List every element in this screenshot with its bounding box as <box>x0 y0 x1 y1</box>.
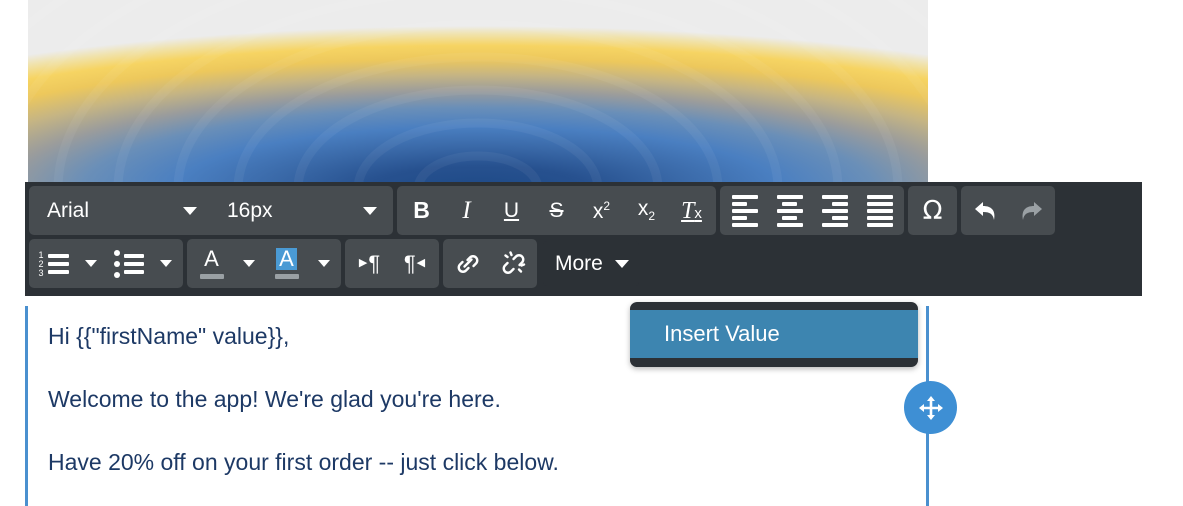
background-color-button[interactable]: A <box>264 241 309 286</box>
insert-link-button[interactable] <box>445 241 490 286</box>
superscript-icon: x2 <box>592 198 611 223</box>
chevron-down-icon <box>243 260 255 267</box>
redo-icon <box>1022 201 1042 220</box>
align-left-icon <box>731 194 758 227</box>
more-dropdown-menu: Insert Value <box>630 302 918 367</box>
alignment-group <box>720 186 904 235</box>
chevron-down-icon <box>85 260 97 267</box>
editor-paragraph-3: Have 20% off on your first order -- just… <box>48 448 559 475</box>
italic-button[interactable]: I <box>444 188 489 233</box>
list-group: 123 <box>29 239 183 288</box>
history-group <box>961 186 1055 235</box>
bold-button[interactable]: B <box>399 188 444 233</box>
chevron-down-icon <box>160 260 172 267</box>
ltr-button[interactable]: ▶ ¶ <box>347 241 392 286</box>
numbered-list-options-button[interactable] <box>76 241 106 286</box>
menu-item-insert-value[interactable]: Insert Value <box>630 310 918 358</box>
link-group <box>443 239 537 288</box>
banner-image[interactable] <box>28 0 928 185</box>
text-style-group: B I U S x2 x2 Tx <box>397 186 716 235</box>
bulleted-list-options-button[interactable] <box>151 241 181 286</box>
unlink-button[interactable] <box>490 241 535 286</box>
align-center-button[interactable] <box>767 188 812 233</box>
font-size-value: 16px <box>227 198 273 222</box>
redo-button[interactable] <box>1008 188 1053 233</box>
remove-format-button[interactable]: Tx <box>669 188 714 233</box>
chevron-down-icon <box>318 260 330 267</box>
more-group: More <box>541 239 641 288</box>
font-family-value: Arial <box>47 198 90 222</box>
color-group: A A <box>187 239 341 288</box>
numbered-list-icon: 123 <box>39 250 69 277</box>
font-size-select[interactable]: 16px <box>211 188 391 233</box>
subscript-icon: x2 <box>637 197 656 224</box>
superscript-button[interactable]: x2 <box>579 188 624 233</box>
font-group: Arial 16px <box>29 186 393 235</box>
underline-button[interactable]: U <box>489 188 534 233</box>
bulleted-list-button[interactable] <box>106 241 151 286</box>
chevron-down-icon <box>183 206 197 215</box>
special-character-button[interactable]: Ω <box>910 188 955 233</box>
editor-paragraph-2: Welcome to the app! We're glad you're he… <box>48 385 501 412</box>
align-right-icon <box>821 194 848 227</box>
direction-group: ▶ ¶ ¶ ◀ <box>345 239 439 288</box>
numbered-list-button[interactable]: 123 <box>31 241 76 286</box>
chevron-down-icon <box>614 259 629 268</box>
unlink-icon <box>502 250 525 274</box>
menu-item-label: Insert Value <box>664 321 780 346</box>
align-left-button[interactable] <box>722 188 767 233</box>
rtl-button[interactable]: ¶ ◀ <box>392 241 437 286</box>
chevron-down-icon <box>363 206 377 215</box>
editor-toolbar: Arial 16px B I U S x2 x2 Tx Ω 1 2 3 A A … <box>25 182 1142 296</box>
gradient-bands-graphic <box>28 0 928 185</box>
bulleted-list-icon <box>113 249 144 278</box>
undo-button[interactable] <box>963 188 1008 233</box>
remove-format-icon: Tx <box>681 197 702 224</box>
toolbar-row-2: 123 A A ▶ ¶ ¶ ◀ More <box>29 239 1138 292</box>
background-color-icon: A <box>274 248 299 279</box>
align-center-icon <box>776 194 803 227</box>
move-arrows-icon <box>918 395 943 420</box>
strikethrough-button[interactable]: S <box>534 188 579 233</box>
text-color-icon: A <box>199 248 224 279</box>
align-right-button[interactable] <box>812 188 857 233</box>
link-icon <box>457 254 478 273</box>
align-justify-icon <box>866 194 893 227</box>
subscript-button[interactable]: x2 <box>624 188 669 233</box>
more-label: More <box>555 252 603 275</box>
move-handle[interactable] <box>904 381 957 434</box>
align-justify-button[interactable] <box>857 188 902 233</box>
rtl-icon: ¶ ◀ <box>403 250 426 276</box>
text-color-options-button[interactable] <box>234 241 264 286</box>
text-color-button[interactable]: A <box>189 241 234 286</box>
more-button[interactable]: More <box>543 241 639 286</box>
font-family-select[interactable]: Arial <box>31 188 211 233</box>
ltr-icon: ▶ ¶ <box>358 250 381 276</box>
toolbar-row-1: Arial 16px B I U S x2 x2 Tx Ω <box>29 186 1138 239</box>
special-character-group: Ω <box>908 186 957 235</box>
undo-icon <box>974 201 994 220</box>
background-color-options-button[interactable] <box>309 241 339 286</box>
